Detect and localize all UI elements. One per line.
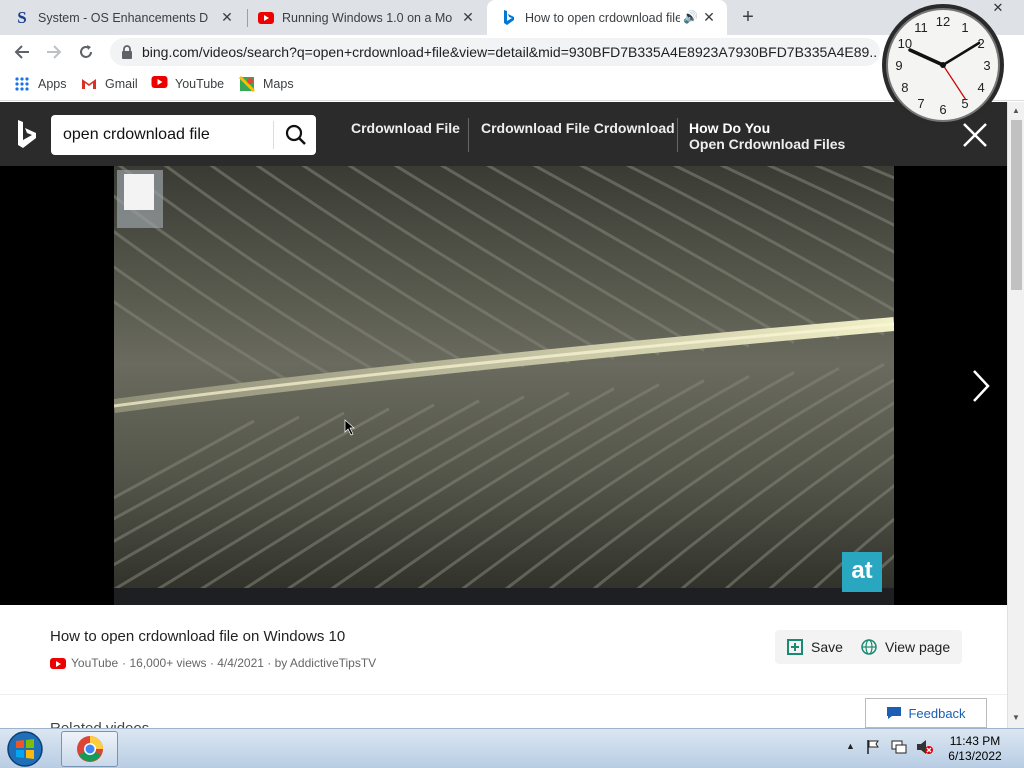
related-search-label: Crdownload File Crdownload [481, 120, 675, 136]
page-scrollbar[interactable]: ▲ ▼ [1007, 102, 1024, 728]
tab-youtube[interactable]: Running Windows 1.0 on a Mode ✕ [248, 0, 486, 35]
gmail-icon [81, 76, 97, 92]
start-button-icon[interactable] [4, 730, 46, 768]
video-title[interactable]: How to open crdownload file on Windows 1… [50, 628, 345, 645]
search-icon[interactable] [285, 124, 307, 146]
clock-numeral: 6 [939, 102, 946, 117]
bookmark-label: Apps [38, 77, 67, 91]
network-icon[interactable] [891, 739, 907, 755]
bing-icon [501, 9, 517, 26]
clock-numeral: 1 [961, 20, 968, 35]
clock-numeral: 7 [917, 96, 924, 111]
chrome-icon [77, 736, 103, 762]
clock-numeral: 11 [914, 20, 928, 35]
clock-numeral: 9 [895, 58, 902, 73]
view-page-label: View page [885, 639, 951, 655]
related-divider [468, 118, 469, 152]
close-tab-icon[interactable]: ✕ [460, 9, 476, 25]
tray-date: 6/13/2022 [948, 749, 1002, 763]
bookmark-label: YouTube [175, 77, 225, 91]
related-search-2[interactable]: Crdownload File Crdownload [481, 120, 675, 136]
action-center-flag-icon[interactable] [866, 739, 880, 755]
address-bar[interactable]: bing.com/videos/search?q=open+crdownload… [110, 38, 880, 66]
video-info-panel: How to open crdownload file on Windows 1… [0, 605, 1007, 695]
tray-time: 11:43 PM [949, 734, 1001, 748]
audio-playing-icon[interactable]: 🔊 [683, 10, 698, 24]
url-text[interactable]: bing.com/videos/search?q=open+crdownload… [142, 44, 877, 60]
search-box[interactable]: open crdownload file [51, 115, 316, 155]
video-taskbar-strip [114, 588, 894, 605]
close-tab-icon[interactable]: ✕ [701, 9, 717, 25]
bookmark-label: Gmail [105, 77, 138, 91]
tab-title: Running Windows 1.0 on a Mode [282, 10, 452, 25]
bookmark-youtube[interactable]: YouTube [151, 76, 224, 92]
youtube-icon [151, 76, 168, 92]
bookmark-label: Maps [263, 77, 294, 91]
softpedia-icon: S [17, 7, 27, 27]
bing-video-header: open crdownload file Crdownload File Crd… [0, 102, 1007, 166]
tab-bing-active[interactable]: How to open crdownload file 🔊 ✕ [487, 0, 727, 35]
windows-taskbar: ▲ 11:43 PM 6/13/2022 [0, 728, 1024, 768]
file-page-icon [124, 174, 154, 210]
watermark-logo: at [842, 552, 882, 592]
related-search-label-line2: Open Crdownload Files [689, 136, 846, 152]
youtube-icon [258, 10, 274, 26]
tab-title: How to open crdownload file [525, 10, 680, 25]
video-player[interactable]: at [114, 166, 894, 605]
youtube-icon [50, 657, 66, 669]
tab-softpedia[interactable]: S System - OS Enhancements Dow ✕ [0, 0, 245, 35]
scroll-up-arrow-icon[interactable]: ▲ [1012, 106, 1020, 115]
bookmark-gmail[interactable]: Gmail [81, 76, 138, 92]
save-plus-icon [787, 639, 803, 655]
browser-toolbar: bing.com/videos/search?q=open+crdownload… [0, 35, 1024, 69]
next-arrow-icon[interactable] [968, 368, 994, 404]
clock-gadget[interactable]: 12 1234567891011 [880, 2, 1006, 128]
bookmark-apps[interactable]: Apps [14, 76, 67, 92]
scroll-down-arrow-icon[interactable]: ▼ [1012, 713, 1020, 722]
search-input[interactable]: open crdownload file [63, 126, 210, 144]
reload-icon[interactable] [74, 40, 98, 64]
view-page-button[interactable]: View page [849, 630, 963, 664]
taskbar-chrome-button[interactable] [61, 731, 118, 767]
globe-icon [861, 639, 877, 655]
feedback-button[interactable]: Feedback [865, 698, 987, 728]
video-meta: YouTube · 16,000+ views · 4/4/2021 · by … [50, 656, 376, 670]
feedback-icon [887, 707, 902, 719]
save-label: Save [811, 639, 843, 655]
video-source[interactable]: YouTube [71, 656, 118, 670]
search-divider [273, 121, 274, 149]
maps-icon [238, 75, 256, 93]
video-stats: · 16,000+ views · 4/4/2021 · by Addictiv… [122, 656, 377, 670]
bookmarks-bar: Apps Gmail YouTube Maps [0, 69, 1024, 101]
bing-logo-icon[interactable] [16, 120, 38, 150]
clock-numeral: 8 [901, 80, 908, 95]
scroll-thumb[interactable] [1011, 120, 1022, 290]
related-search-label: How Do You [689, 120, 771, 136]
related-search-label: Crdownload File [351, 120, 460, 136]
forward-arrow-icon[interactable] [42, 40, 66, 64]
save-button[interactable]: Save [775, 630, 855, 664]
tray-expand-icon[interactable]: ▲ [846, 741, 855, 751]
clock-numeral: 12 [936, 14, 950, 29]
apps-grid-icon [14, 76, 30, 92]
clock-numeral: 3 [983, 58, 990, 73]
feedback-label: Feedback [908, 705, 966, 721]
related-search-3[interactable]: How Do You Open Crdownload Files [689, 120, 845, 152]
tab-strip: S System - OS Enhancements Dow ✕ Running… [0, 0, 1024, 35]
video-frame-leaf-image[interactable] [114, 166, 894, 605]
related-search-1[interactable]: Crdownload File [351, 120, 460, 136]
tray-clock[interactable]: 11:43 PM 6/13/2022 [940, 734, 1010, 764]
new-tab-button[interactable]: + [738, 5, 758, 29]
video-player-area: at [0, 166, 1007, 605]
bookmark-maps[interactable]: Maps [238, 75, 294, 93]
tab-title: System - OS Enhancements Dow [38, 10, 208, 25]
volume-muted-icon[interactable] [916, 739, 934, 755]
clock-numeral: 4 [977, 80, 984, 95]
lock-icon [122, 45, 132, 59]
close-tab-icon[interactable]: ✕ [219, 9, 235, 25]
related-divider [677, 118, 678, 152]
back-arrow-icon[interactable] [10, 40, 34, 64]
